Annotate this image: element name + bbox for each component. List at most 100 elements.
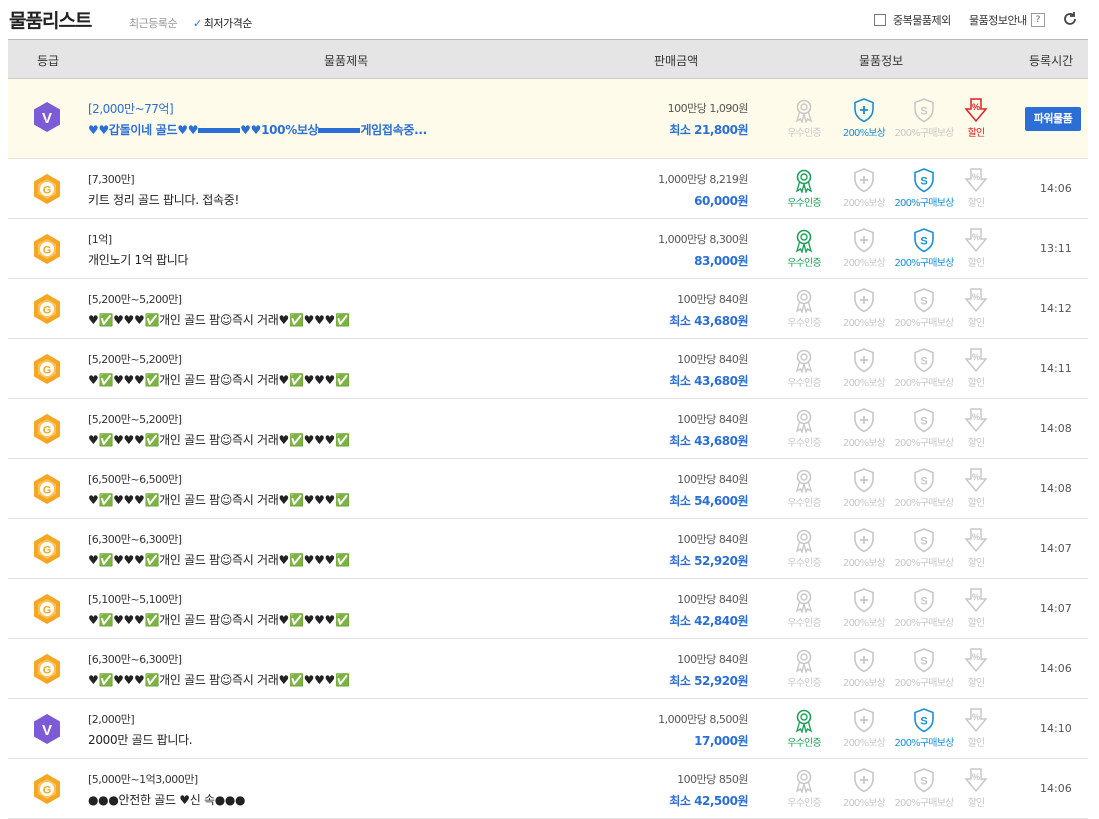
purchase-comp-200-icon: S 200%구매보상 bbox=[894, 647, 954, 689]
item-name[interactable]: ♥✅♥♥♥✅개인 골드 팜☺즉시 거래♥✅♥♥♥✅ bbox=[88, 431, 350, 448]
info-guide-link[interactable]: 물품정보안내? bbox=[969, 12, 1045, 28]
grade-badge-icon: G bbox=[32, 233, 62, 265]
item-name[interactable]: ♥✅♥♥♥✅개인 골드 팜☺즉시 거래♥✅♥♥♥✅ bbox=[88, 611, 350, 628]
price-block: 100만당 840원 최소 54,600원 bbox=[669, 471, 748, 509]
table-row[interactable]: G [1억] 개인노기 1억 팝니다 1,000만당 8,300원 83,000원 우수인… bbox=[8, 219, 1088, 279]
item-name[interactable]: 개인노기 1억 팝니다 bbox=[88, 251, 189, 268]
svg-text:S: S bbox=[920, 536, 927, 548]
icon-label: 200%보상 bbox=[842, 678, 886, 689]
icon-label: 할인 bbox=[967, 738, 986, 749]
icon-label: 할인 bbox=[967, 258, 986, 269]
table-row[interactable]: G [6,300만~6,300만] ♥✅♥♥♥✅개인 골드 팜☺즉시 거래♥✅♥♥♥… bbox=[8, 639, 1088, 699]
excellent-cert-icon: 우수인증 bbox=[774, 707, 834, 749]
purchase-comp-200-icon: S 200%구매보상 bbox=[894, 97, 954, 139]
icon-label: 우수인증 bbox=[787, 198, 821, 209]
icon-label: 200%구매보상 bbox=[894, 798, 955, 809]
item-name[interactable]: ♥✅♥♥♥✅개인 골드 팜☺즉시 거래♥✅♥♥♥✅ bbox=[88, 671, 350, 688]
amount-range: [6,300만~6,300만] bbox=[88, 533, 182, 546]
svg-text:G: G bbox=[43, 665, 52, 677]
icon-label: 우수인증 bbox=[787, 258, 821, 269]
table-row[interactable]: G [5,200만~5,200만] ♥✅♥♥♥✅개인 골드 팜☺즉시 거래♥✅♥♥♥… bbox=[8, 339, 1088, 399]
price-block: 1,000만당 8,300원 83,000원 bbox=[658, 231, 748, 269]
item-info-icons: 우수인증 200%보상 S 200%구매보상% 할인 bbox=[774, 467, 996, 509]
checkbox-box[interactable] bbox=[874, 14, 886, 26]
check-icon: ✓ bbox=[193, 17, 202, 30]
table-row[interactable]: G [6,300만~6,300만] ♥✅♥♥♥✅개인 골드 팜☺즉시 거래♥✅♥♥♥… bbox=[8, 519, 1088, 579]
table-row[interactable]: G [5,200만~5,200만] ♥✅♥♥♥✅개인 골드 팜☺즉시 거래♥✅♥♥♥… bbox=[8, 279, 1088, 339]
icon-label: 200%구매보상 bbox=[894, 558, 955, 569]
icon-label: 할인 bbox=[967, 318, 986, 329]
icon-label: 200%보상 bbox=[842, 798, 886, 809]
item-text: [5,200만~5,200만] ♥✅♥♥♥✅개인 골드 팜☺즉시 거래♥✅♥♥♥✅ bbox=[88, 411, 350, 448]
table-row[interactable]: G [5,000만~1억3,000만] ●●●안전한 골드 ♥신 속●●● 100만당… bbox=[8, 759, 1088, 819]
item-name[interactable]: ♥✅♥♥♥✅개인 골드 팜☺즉시 거래♥✅♥♥♥✅ bbox=[88, 311, 350, 328]
icon-label: 우수인증 bbox=[787, 798, 821, 809]
purchase-comp-200-icon: S 200%구매보상 bbox=[894, 767, 954, 809]
grade-badge-icon: G bbox=[32, 653, 62, 685]
unit-price: 1,000만당 8,300원 bbox=[658, 233, 748, 246]
icon-label: 200%보상 bbox=[842, 258, 886, 269]
sort-recent-link[interactable]: 최근등록순 bbox=[129, 15, 178, 31]
table-row[interactable]: V [2,000만~77억] ♥♥갑돌이네 골드♥♥ ♥♥100%보상 게임접속중...… bbox=[8, 79, 1088, 159]
unit-price: 100만당 1,090원 bbox=[667, 102, 749, 115]
purchase-comp-200-icon: S 200%구매보상 bbox=[894, 167, 954, 209]
excellent-cert-icon: 우수인증 bbox=[774, 227, 834, 269]
item-name[interactable]: ♥✅♥♥♥✅개인 골드 팜☺즉시 거래♥✅♥♥♥✅ bbox=[88, 491, 350, 508]
col-time: 등록시간 bbox=[1029, 54, 1074, 68]
item-name[interactable]: 2000만 골드 팝니다. bbox=[88, 731, 193, 748]
table-row[interactable]: G [7,300만] 키트 정리 골드 팝니다. 접속중! 1,000만당 8,219… bbox=[8, 159, 1088, 219]
info-guide-label: 물품정보안내 bbox=[969, 14, 1027, 27]
table-row[interactable]: G [6,500만~6,500만] ♥✅♥♥♥✅개인 골드 팜☺즉시 거래♥✅♥♥♥… bbox=[8, 459, 1088, 519]
grade-badge-icon: G bbox=[32, 533, 62, 565]
excellent-cert-icon: 우수인증 bbox=[774, 167, 834, 209]
svg-text:G: G bbox=[43, 545, 52, 557]
discount-icon: % 할인 bbox=[956, 707, 996, 749]
icon-label: 우수인증 bbox=[787, 438, 821, 449]
excellent-cert-icon: 우수인증 bbox=[774, 407, 834, 449]
help-icon[interactable]: ? bbox=[1030, 13, 1045, 27]
registered-time: 14:11 bbox=[1040, 362, 1072, 375]
icon-label: 200%구매보상 bbox=[894, 498, 955, 509]
icon-label: 할인 bbox=[967, 378, 986, 389]
item-name[interactable]: ●●●안전한 골드 ♥신 속●●● bbox=[88, 791, 246, 808]
discount-icon: % 할인 bbox=[956, 347, 996, 389]
icon-label: 할인 bbox=[967, 438, 986, 449]
discount-icon: % 할인 bbox=[956, 167, 996, 209]
total-price: 최소 52,920원 bbox=[669, 674, 748, 688]
icon-label: 200%구매보상 bbox=[894, 678, 955, 689]
price-block: 1,000만당 8,219원 60,000원 bbox=[658, 171, 748, 209]
item-name[interactable]: ♥✅♥♥♥✅개인 골드 팜☺즉시 거래♥✅♥♥♥✅ bbox=[88, 371, 350, 388]
excellent-cert-icon: 우수인증 bbox=[774, 527, 834, 569]
sort-lowest-link[interactable]: ✓ 최저가격순 bbox=[193, 15, 252, 31]
svg-text:S: S bbox=[920, 176, 927, 188]
registered-time: 14:06 bbox=[1040, 662, 1072, 675]
item-name[interactable]: ♥♥갑돌이네 골드♥♥ ♥♥100%보상 게임접속중... bbox=[88, 121, 427, 138]
compensation-200-icon: 200%보상 bbox=[834, 407, 894, 449]
table-row[interactable]: G [5,100만~5,100만] ♥✅♥♥♥✅개인 골드 팜☺즉시 거래♥✅♥♥♥… bbox=[8, 579, 1088, 639]
item-name[interactable]: ♥✅♥♥♥✅개인 골드 팜☺즉시 거래♥✅♥♥♥✅ bbox=[88, 551, 350, 568]
item-info-icons: 우수인증 200%보상 S 200%구매보상% 할인 bbox=[774, 407, 996, 449]
svg-text:G: G bbox=[43, 485, 52, 497]
unit-price: 100만당 840원 bbox=[677, 353, 748, 366]
exclude-duplicates-checkbox[interactable]: 중복물품제외 bbox=[874, 12, 951, 28]
compensation-200-icon: 200%보상 bbox=[834, 767, 894, 809]
icon-label: 할인 bbox=[967, 678, 986, 689]
item-text: [7,300만] 키트 정리 골드 팝니다. 접속중! bbox=[88, 171, 239, 208]
unit-price: 100만당 840원 bbox=[677, 533, 748, 546]
refresh-icon[interactable] bbox=[1062, 11, 1078, 27]
amount-range: [2,000만] bbox=[88, 713, 135, 726]
table-row[interactable]: V [2,000만] 2000만 골드 팝니다. 1,000만당 8,500원 17,0… bbox=[8, 699, 1088, 759]
unit-price: 100만당 840원 bbox=[677, 413, 748, 426]
power-item-button[interactable]: 파워물품 bbox=[1025, 107, 1081, 131]
total-price: 최소 42,500원 bbox=[669, 794, 748, 808]
svg-text:G: G bbox=[43, 245, 52, 257]
unit-price: 100만당 840원 bbox=[677, 473, 748, 486]
price-block: 1,000만당 8,500원 17,000원 bbox=[658, 711, 748, 749]
table-row[interactable]: G [5,200만~5,200만] ♥✅♥♥♥✅개인 골드 팜☺즉시 거래♥✅♥♥♥… bbox=[8, 399, 1088, 459]
item-text: [6,300만~6,300만] ♥✅♥♥♥✅개인 골드 팜☺즉시 거래♥✅♥♥♥✅ bbox=[88, 531, 350, 568]
registered-time: 14:12 bbox=[1040, 302, 1072, 315]
item-name[interactable]: 키트 정리 골드 팝니다. 접속중! bbox=[88, 191, 239, 208]
icon-label: 200%구매보상 bbox=[894, 198, 955, 209]
purchase-comp-200-icon: S 200%구매보상 bbox=[894, 287, 954, 329]
item-info-icons: 우수인증 200%보상 S 200%구매보상% 할인 bbox=[774, 707, 996, 749]
